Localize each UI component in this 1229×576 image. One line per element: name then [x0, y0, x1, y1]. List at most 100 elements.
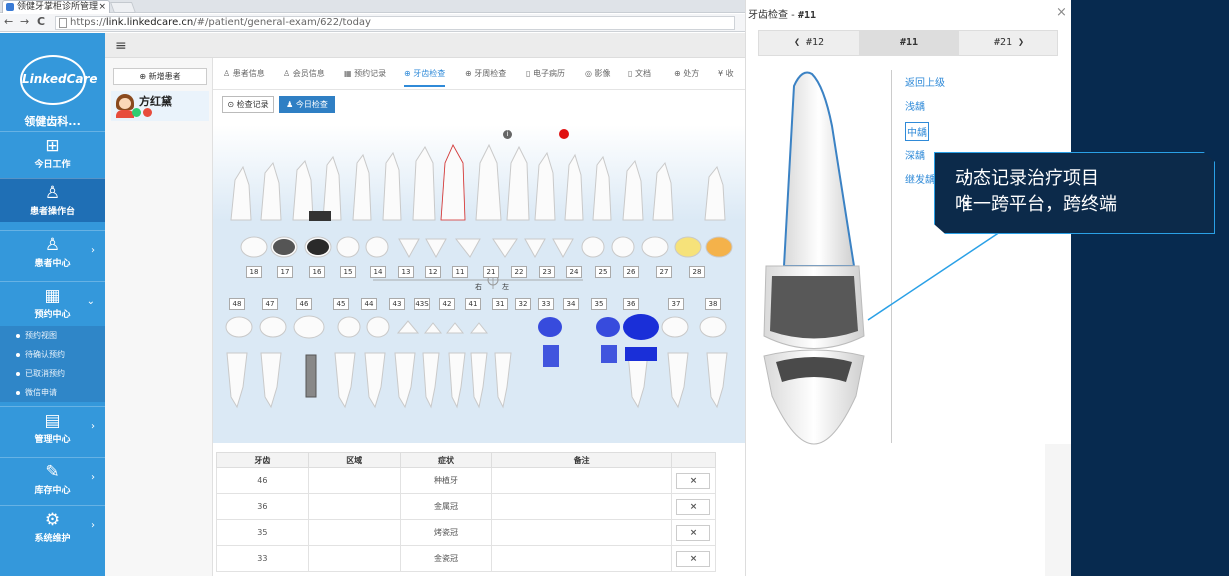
tab-close-icon[interactable]: × — [98, 1, 106, 13]
tab-periodontal[interactable]: ⊕ 牙周检查 — [465, 68, 506, 79]
tooth-number[interactable]: 47 — [262, 298, 278, 310]
avatar — [116, 94, 134, 118]
tooth-chart: i 右 左 18 17 16 15 14 13 12 11 21 22 23 2… — [213, 125, 745, 443]
sidebar-item-management[interactable]: ▤ 管理中心 › — [0, 406, 105, 450]
sidebar-item-patient-center[interactable]: ♙ 患者中心 › — [0, 230, 105, 274]
depth-option-shallow[interactable]: 浅龋 — [905, 98, 925, 113]
feature-callout: 动态记录治疗项目 唯一跨平台，跨终端 — [934, 152, 1215, 234]
tooth-36-root — [625, 347, 657, 361]
sidebar-item-patient-console[interactable]: ♙ 患者操作台 — [0, 178, 105, 222]
patient-card[interactable]: 方红黛 — [111, 91, 209, 121]
tooth-number[interactable]: 35 — [591, 298, 607, 310]
tab-billing[interactable]: ¥ 收 — [718, 68, 734, 79]
cell-action: × — [670, 545, 717, 572]
tab-imaging[interactable]: ◎ 影像 — [585, 68, 611, 79]
today-exam-button[interactable]: ♟ 今日检查 — [279, 96, 335, 113]
tooth-number[interactable]: 41 — [465, 298, 481, 310]
tab-next-tooth[interactable]: #21 ❯ — [959, 31, 1059, 55]
delete-button[interactable]: × — [676, 498, 711, 515]
sidebar-item-appointments[interactable]: ▦ 预约中心 ⌄ — [0, 281, 105, 325]
tooth-number[interactable]: 28 — [689, 266, 705, 278]
tooth-number[interactable]: 45 — [333, 298, 349, 310]
new-tab-button[interactable] — [109, 2, 137, 13]
tooth-27-crown — [674, 236, 702, 258]
tooth-number[interactable]: 26 — [623, 266, 639, 278]
back-icon[interactable]: ← — [4, 15, 13, 28]
tooth-number[interactable]: 42 — [439, 298, 455, 310]
right-side-label: 右 — [475, 283, 482, 291]
tooth-number[interactable]: 36 — [623, 298, 639, 310]
tooth-number[interactable]: 13 — [398, 266, 414, 278]
tooth-number[interactable]: 43S — [414, 298, 430, 310]
tooth-number[interactable]: 16 — [309, 266, 325, 278]
menu-icon[interactable]: ≡ — [115, 38, 127, 54]
table-row[interactable]: 35 烤瓷冠 × — [216, 519, 717, 546]
tab-patient-info[interactable]: ♙ 患者信息 — [223, 68, 265, 79]
sidebar-item-label: 管理中心 — [34, 435, 71, 445]
findings-table: 牙齿 区域 症状 备注 46 种植牙 × 36 金属冠 × 35 烤瓷冠 × 33 金瓷冠 × — [216, 452, 717, 572]
browser-tabbar: 领健牙掌柜诊所管理 × — [0, 0, 745, 13]
depth-option-secondary[interactable]: 继发龋 — [905, 171, 935, 186]
tab-prev-tooth[interactable]: ❮ #12 — [759, 31, 859, 55]
clinic-name[interactable]: 领健齿科... — [0, 113, 105, 129]
tab-documents[interactable]: ▯ 文档 — [628, 68, 651, 79]
table-row[interactable]: 46 种植牙 × — [216, 467, 717, 494]
tooth-number[interactable]: 46 — [296, 298, 312, 310]
close-icon[interactable]: × — [1056, 5, 1067, 20]
tab-prescription[interactable]: ⊕ 处方 — [674, 68, 699, 79]
chevron-right-icon: › — [91, 421, 95, 432]
sidebar-subitem[interactable]: 微信申请 — [0, 383, 105, 402]
sidebar-item-system[interactable]: ⚙ 系统维护 › — [0, 505, 105, 549]
delete-button[interactable]: × — [676, 550, 711, 567]
tooth-number[interactable]: 23 — [539, 266, 555, 278]
tooth-number[interactable]: 48 — [229, 298, 245, 310]
grid-icon: ⊞ — [45, 136, 60, 156]
tab-current-tooth[interactable]: #11 — [859, 31, 959, 55]
sidebar-item-today[interactable]: ⊞ 今日工作 — [0, 131, 105, 175]
tooth-33-root — [543, 345, 559, 367]
table-row[interactable]: 33 金瓷冠 × — [216, 545, 717, 572]
tooth-number[interactable]: 14 — [370, 266, 386, 278]
forward-icon[interactable]: → — [20, 15, 29, 28]
tab-appointments[interactable]: ▦ 预约记录 — [344, 68, 386, 79]
browser-tab[interactable]: 领健牙掌柜诊所管理 × — [2, 0, 110, 13]
back-link[interactable]: 返回上级 — [905, 74, 945, 89]
tooth-number[interactable]: 38 — [705, 298, 721, 310]
tooth-number[interactable]: 32 — [515, 298, 531, 310]
tooth-number[interactable]: 34 — [563, 298, 579, 310]
tooth-number[interactable]: 33 — [538, 298, 554, 310]
tooth-number[interactable]: 22 — [511, 266, 527, 278]
reload-icon[interactable]: C — [37, 15, 45, 28]
tooth-number[interactable]: 25 — [595, 266, 611, 278]
exam-record-button[interactable]: ⊙ 检查记录 — [222, 96, 274, 113]
tooth-number[interactable]: 37 — [668, 298, 684, 310]
tooth-number[interactable]: 27 — [656, 266, 672, 278]
sidebar-subitem[interactable]: 已取消预约 — [0, 364, 105, 383]
sidebar-subitem[interactable]: 待确认预约 — [0, 345, 105, 364]
tooth-number[interactable]: 15 — [340, 266, 356, 278]
tooth-number[interactable]: 44 — [361, 298, 377, 310]
page-icon — [59, 18, 67, 28]
url-input[interactable]: https://link.linkedcare.cn/#/patient/gen… — [55, 16, 735, 30]
delete-button[interactable]: × — [676, 472, 711, 489]
sidebar-item-inventory[interactable]: ✎ 库存中心 › — [0, 457, 105, 501]
depth-option-medium[interactable]: 中龋 — [905, 122, 929, 141]
tooth-number[interactable]: 18 — [246, 266, 262, 278]
tooth-number[interactable]: 31 — [492, 298, 508, 310]
sidebar-item-label: 患者操作台 — [29, 207, 75, 217]
tooth-number[interactable]: 24 — [566, 266, 582, 278]
tab-member-info[interactable]: ♙ 会员信息 — [283, 68, 325, 79]
tooth-number[interactable]: 43 — [389, 298, 405, 310]
new-patient-button[interactable]: ⊕ 新增患者 — [113, 68, 207, 85]
tooth-number[interactable]: 17 — [277, 266, 293, 278]
tooth-number[interactable]: 21 — [483, 266, 499, 278]
tab-dental-exam[interactable]: ⊕ 牙齿检查 — [404, 68, 446, 87]
depth-option-deep[interactable]: 深龋 — [905, 147, 925, 162]
sidebar-subitem[interactable]: 预约视图 — [0, 326, 105, 345]
tooth-number[interactable]: 12 — [425, 266, 441, 278]
tooth-16-filling — [307, 239, 329, 255]
delete-button[interactable]: × — [676, 524, 711, 541]
tab-emr[interactable]: ▯ 电子病历 — [526, 68, 565, 79]
tooth-number[interactable]: 11 — [452, 266, 468, 278]
table-row[interactable]: 36 金属冠 × — [216, 493, 717, 520]
